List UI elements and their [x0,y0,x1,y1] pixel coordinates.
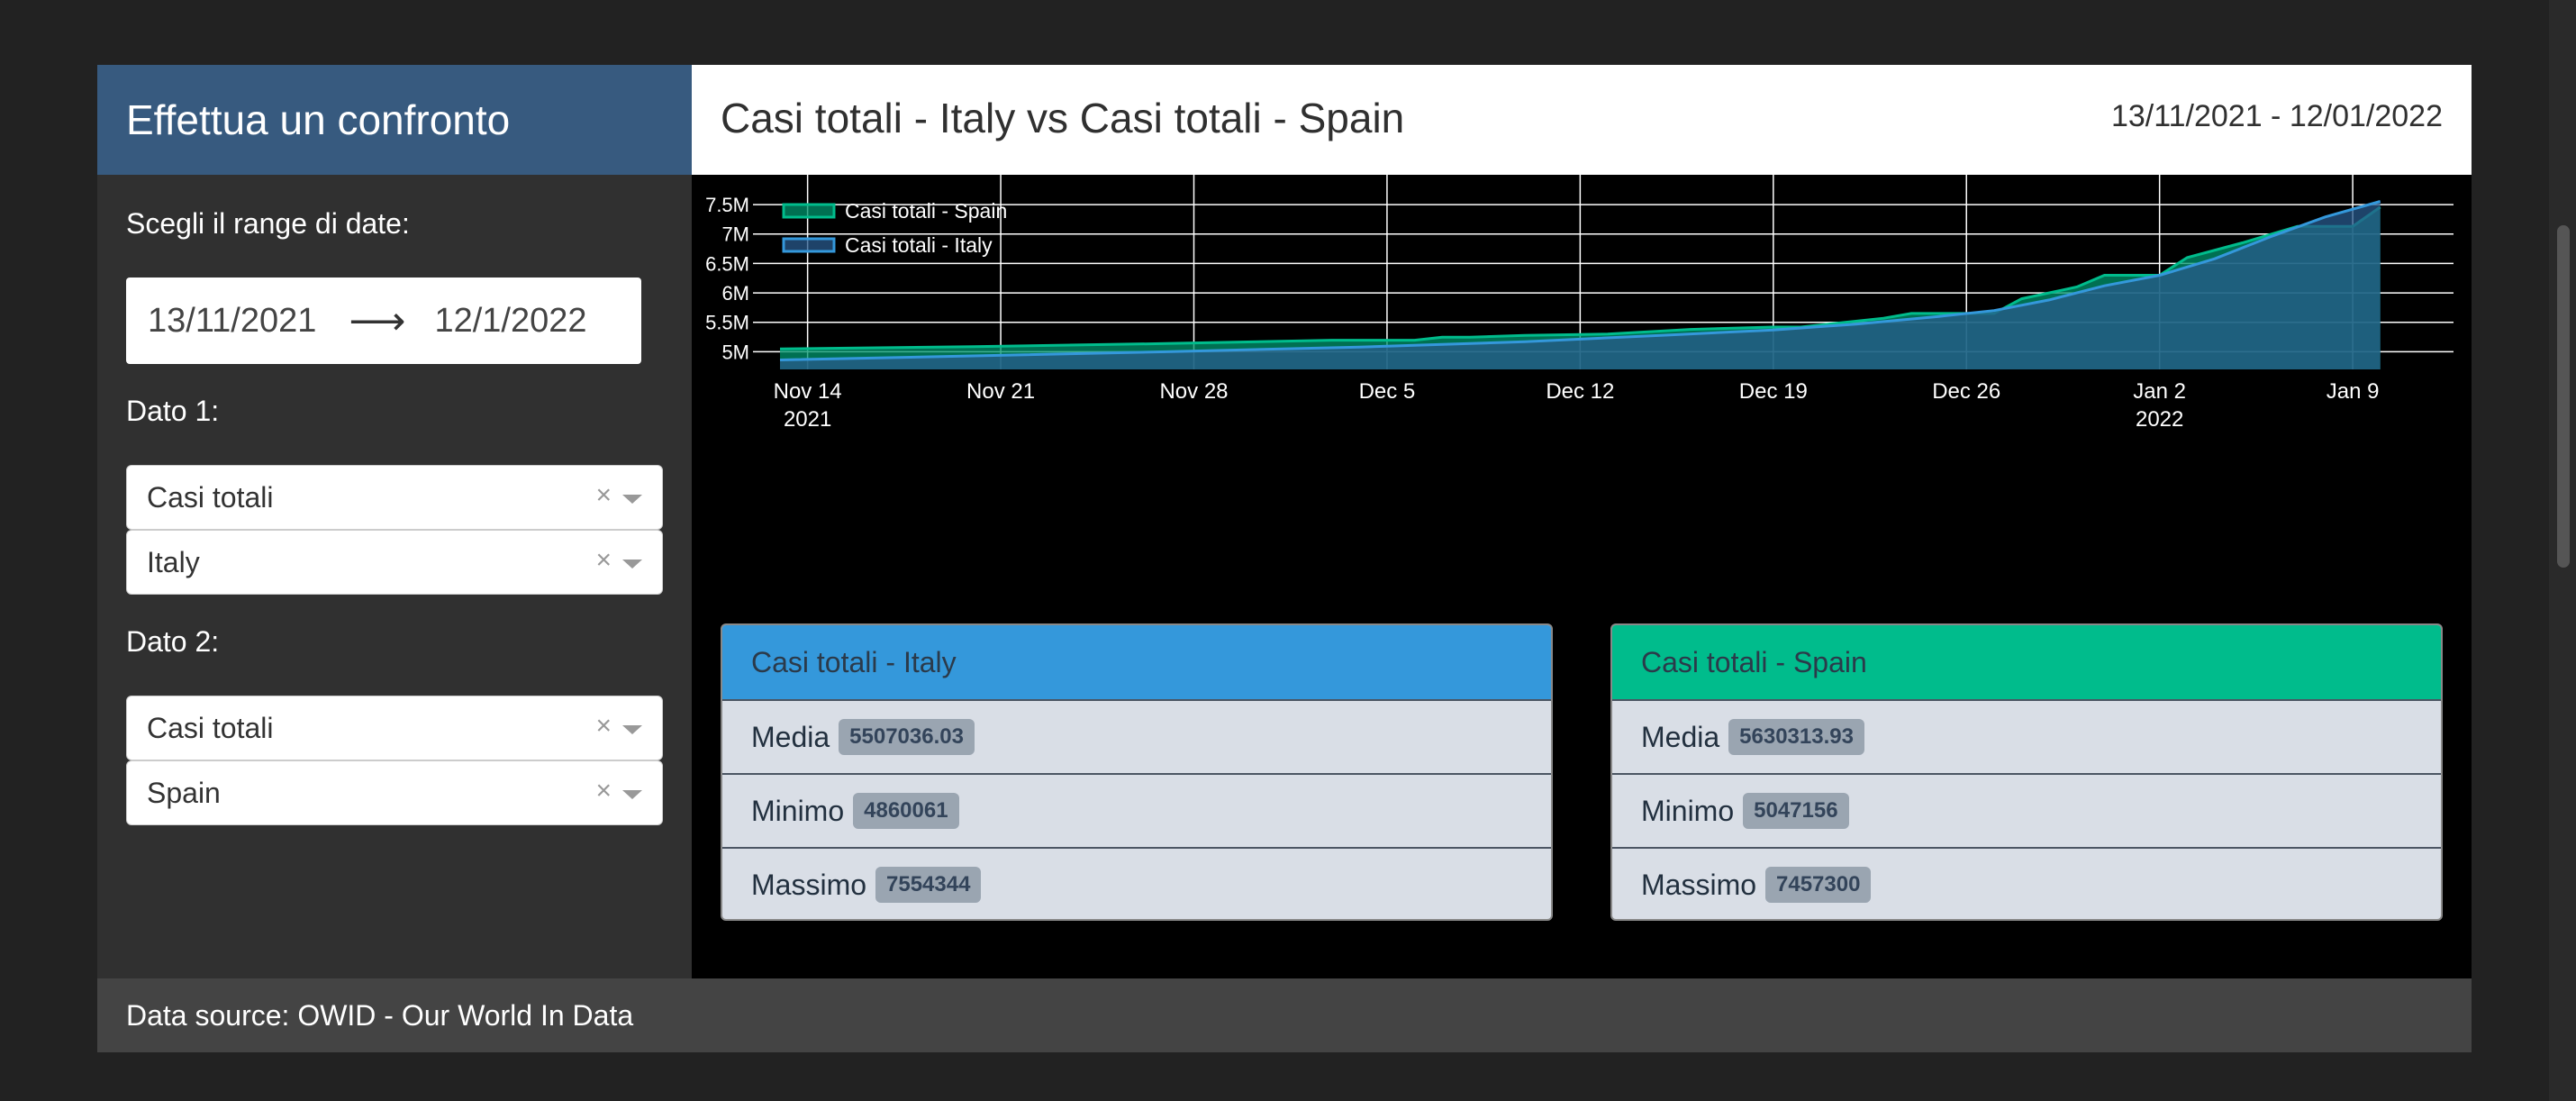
x-tick-label: Nov 28 [1159,379,1228,404]
x-tick-label: Nov 14 [774,379,842,404]
y-tick-label: 6.5M [705,252,749,275]
footer: Data source: OWID - Our World In Data [97,978,2472,1052]
stat-row-max: Massimo 7457300 [1612,847,2441,919]
clear-icon[interactable]: × [595,711,612,742]
stat-badge: 7554344 [875,867,982,903]
main-header: Casi totali - Italy vs Casi totali - Spa… [692,65,2472,175]
dato1-metric-select[interactable]: Casi totali × [126,465,663,530]
stat-row-media: Media 5630313.93 [1612,699,2441,773]
x-tick-label: Dec 12 [1546,379,1614,404]
select-value: Casi totali [147,711,274,744]
dato1-country-select[interactable]: Italy × [126,530,663,595]
dato2-country-select[interactable]: Spain × [126,760,663,825]
stat-badge: 7457300 [1765,867,1872,903]
stat-row-min: Minimo 5047156 [1612,773,2441,847]
x-tick-label: Dec 19 [1739,379,1808,404]
select-value: Italy [147,545,200,578]
dato2-metric-select[interactable]: Casi totali × [126,696,663,760]
chart-title: Casi totali - Italy vs Casi totali - Spa… [721,95,1405,141]
legend-swatch [782,237,836,253]
x-tick-label: 2021 [784,407,831,432]
comparison-chart[interactable]: 5M 5.5M 6M 6.5M 7M 7.5M Nov 14 2021 Nov 21 Nov 28… [692,175,2472,571]
date-range-picker[interactable]: 13/11/2021 ⟶ 12/1/2022 [126,278,641,364]
stat-badge: 5047156 [1743,793,1849,829]
sidebar-header: Effettua un confronto [97,65,692,175]
stat-label: Massimo [1641,868,1757,901]
arrow-right-icon: ⟶ [349,298,406,343]
chevron-down-icon[interactable] [622,790,642,799]
y-tick-label: 6M [721,282,749,305]
date-range-label: Scegli il range di date: [126,207,410,240]
y-tick-label: 7M [721,223,749,246]
dato2-label: Dato 2: [126,625,220,658]
chevron-down-icon[interactable] [622,495,642,504]
x-tick-label: Dec 5 [1359,379,1416,404]
sidebar-title: Effettua un confronto [126,96,511,143]
stat-label: Massimo [751,868,867,901]
date-start-input[interactable]: 13/11/2021 [148,302,316,341]
stats-panel-italy: Casi totali - Italy Media 5507036.03 Min… [721,623,1553,921]
scrollbar-thumb[interactable] [2557,225,2570,568]
main-panel: Casi totali - Italy vs Casi totali - Spa… [692,65,2472,978]
select-value: Casi totali [147,480,274,514]
page-scrollbar[interactable] [2549,0,2576,1101]
stat-label: Media [1641,720,1720,753]
stat-label: Media [751,720,830,753]
x-tick-label: Jan 2 [2133,379,2186,404]
data-source-text: Data source: OWID - Our World In Data [126,998,634,1032]
x-tick-label: 2022 [2136,407,2183,432]
stat-badge: 5507036.03 [839,719,975,755]
clear-icon[interactable]: × [595,545,612,576]
stat-badge: 4860061 [853,793,959,829]
legend-label: Casi totali - Spain [845,199,1007,223]
chevron-down-icon[interactable] [622,725,642,734]
stat-badge: 5630313.93 [1728,719,1864,755]
panel-title: Casi totali - Spain [1612,625,2441,699]
y-tick-label: 5.5M [705,312,749,334]
stat-label: Minimo [751,794,845,827]
stat-row-media: Media 5507036.03 [722,699,1551,773]
dashboard-card: Effettua un confronto Scegli il range di… [97,65,2472,1052]
x-tick-label: Jan 9 [2327,379,2380,404]
panel-title: Casi totali - Italy [722,625,1551,699]
date-end-input[interactable]: 12/1/2022 [434,302,586,341]
chevron-down-icon[interactable] [622,560,642,569]
dato1-label: Dato 1: [126,395,220,427]
select-value: Spain [147,776,221,809]
stat-label: Minimo [1641,794,1735,827]
y-tick-label: 5M [721,341,749,363]
clear-icon[interactable]: × [595,480,612,511]
legend-swatch [782,203,836,219]
x-tick-label: Dec 26 [1932,379,2000,404]
legend-label: Casi totali - Italy [845,233,993,257]
sidebar: Effettua un confronto Scegli il range di… [97,65,692,978]
clear-icon[interactable]: × [595,776,612,806]
stat-row-max: Massimo 7554344 [722,847,1551,919]
date-range-text: 13/11/2021 - 12/01/2022 [2110,99,2443,133]
x-tick-label: Nov 21 [966,379,1035,404]
stat-row-min: Minimo 4860061 [722,773,1551,847]
y-tick-label: 7.5M [705,194,749,216]
stats-panel-spain: Casi totali - Spain Media 5630313.93 Min… [1610,623,2443,921]
